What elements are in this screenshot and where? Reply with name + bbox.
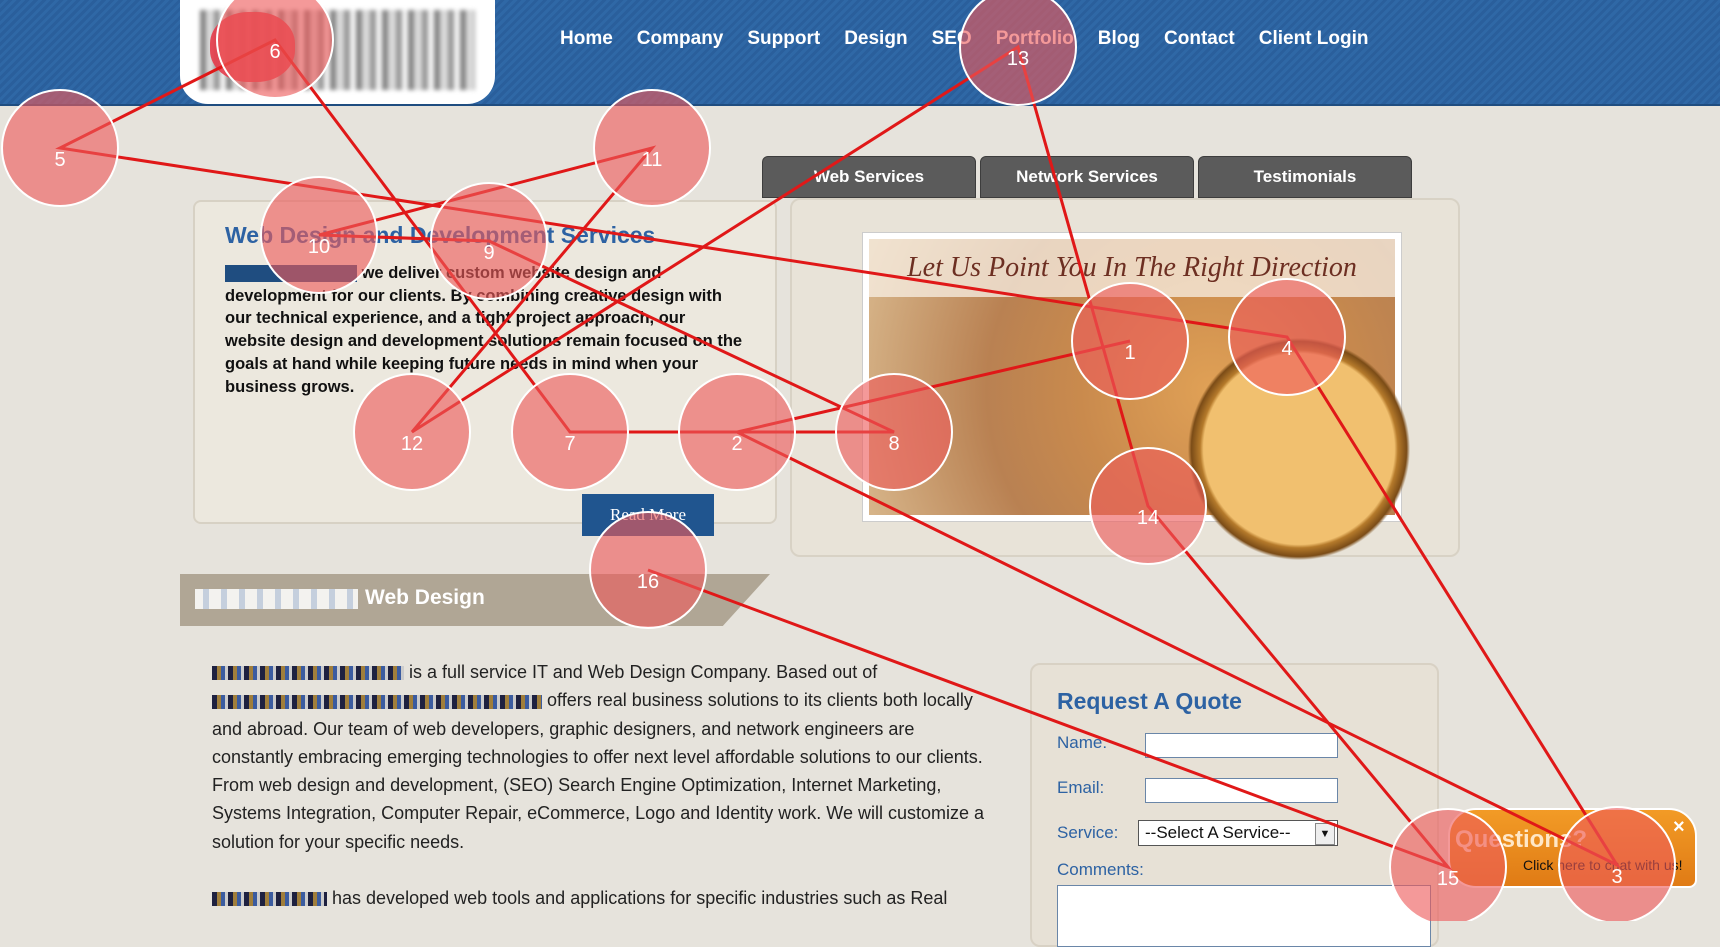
about-paragraph: is a full service IT and Web Design Comp…	[212, 658, 992, 856]
about-text-a: is a full service IT and Web Design Comp…	[409, 662, 878, 682]
quote-title: Request A Quote	[1057, 688, 1242, 714]
chat-title[interactable]: Questions?	[1455, 826, 1587, 854]
nav-support[interactable]: Support	[747, 28, 820, 50]
redacted-company-name	[225, 265, 357, 283]
main-nav: Home Company Support Design SEO Portfoli…	[560, 28, 1369, 50]
tab-testimonials[interactable]: Testimonials	[1198, 156, 1412, 198]
compass-image: Let Us Point You In The Right Direction	[869, 239, 1429, 564]
service-label: Service:	[1057, 823, 1119, 842]
email-label: Email:	[1057, 778, 1105, 797]
tools-paragraph: has developed web tools and applications…	[212, 884, 992, 912]
service-select[interactable]: --Select A Service-- ▼	[1138, 820, 1338, 846]
tab-web-services[interactable]: Web Services	[762, 156, 976, 198]
chevron-down-icon[interactable]: ▼	[1315, 823, 1335, 845]
name-field[interactable]	[1145, 733, 1338, 758]
logo[interactable]	[180, 0, 495, 104]
service-selected: --Select A Service--	[1145, 823, 1291, 842]
fixation-circle	[1, 89, 119, 207]
comments-label: Comments:	[1057, 860, 1144, 879]
nav-contact[interactable]: Contact	[1164, 28, 1235, 50]
nav-company[interactable]: Company	[637, 28, 724, 50]
redacted-company-2	[212, 892, 327, 907]
nav-home[interactable]: Home	[560, 28, 613, 50]
comments-field[interactable]	[1057, 885, 1431, 947]
fixation-label: 5	[54, 149, 65, 171]
about-text-b: offers real business solutions to its cl…	[212, 690, 984, 852]
email-field[interactable]	[1145, 778, 1338, 803]
fixation-circle	[593, 89, 711, 207]
intro-text: we deliver custom website design and dev…	[225, 264, 743, 396]
fixation-label: 11	[642, 149, 663, 171]
nav-design[interactable]: Design	[844, 28, 907, 50]
tools-text: has developed web tools and applications…	[332, 888, 948, 908]
logo-mark	[210, 12, 295, 82]
site-header: Home Company Support Design SEO Portfoli…	[0, 0, 1720, 106]
nav-seo[interactable]: SEO	[932, 28, 972, 50]
nav-blog[interactable]: Blog	[1098, 28, 1140, 50]
banner-logo-blur	[195, 589, 358, 609]
banner-title: Web Design	[365, 586, 485, 609]
services-intro: we deliver custom website design and dev…	[225, 262, 745, 398]
read-more-button[interactable]: Read More	[582, 494, 714, 536]
close-icon[interactable]: ×	[1673, 816, 1685, 839]
image-caption: Let Us Point You In The Right Direction	[869, 239, 1395, 297]
redacted-company	[212, 666, 404, 681]
name-label: Name:	[1057, 733, 1108, 752]
tab-network-services[interactable]: Network Services	[980, 156, 1194, 198]
services-title: Web Design and Development Services	[225, 222, 656, 248]
redacted-location	[212, 694, 542, 709]
compass-graphic	[1169, 334, 1429, 564]
hero-image: Let Us Point You In The Right Direction	[862, 232, 1429, 564]
nav-portfolio[interactable]: Portfolio	[996, 28, 1074, 50]
nav-client-login[interactable]: Client Login	[1259, 28, 1369, 50]
service-tabs: Web Services Network Services Testimonia…	[762, 156, 1412, 198]
chat-subtitle[interactable]: Click here to chat with us!	[1523, 857, 1683, 873]
